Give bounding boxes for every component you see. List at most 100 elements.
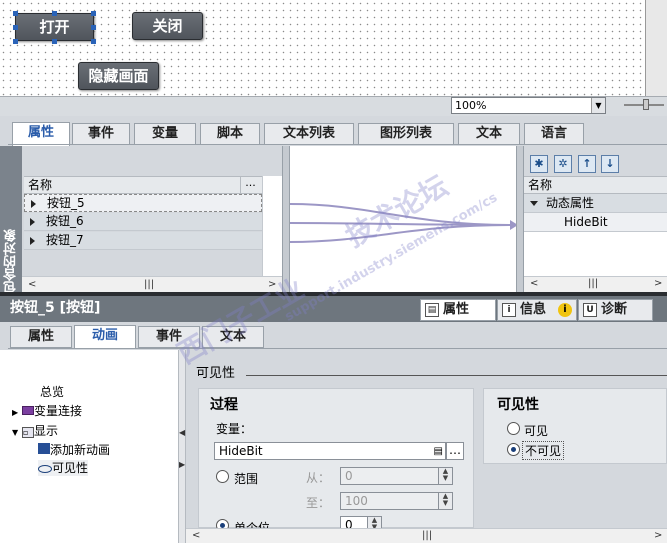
range-radio[interactable] — [216, 470, 229, 483]
tab-languages[interactable]: 语言 — [524, 123, 584, 145]
tab-tags[interactable]: 变量 — [134, 123, 196, 145]
expand-arrow-icon[interactable]: ▶ — [12, 408, 18, 417]
dynamic-properties-group[interactable]: 动态属性 — [524, 194, 667, 213]
scroll-right-icon[interactable]: > — [654, 278, 662, 289]
selection-handle[interactable] — [13, 11, 18, 16]
tab-texts[interactable]: 文本 — [458, 123, 520, 145]
from-spinner[interactable]: ▲ ▼ — [438, 468, 452, 484]
group-label: 动态属性 — [546, 196, 595, 210]
selection-handle[interactable] — [13, 39, 18, 44]
content-hscroll[interactable]: < ||| > — [186, 528, 667, 543]
hide-screen-button[interactable]: 隐藏画面 — [78, 62, 159, 90]
diagnostics-icon: U — [583, 303, 597, 317]
selection-handle[interactable] — [91, 39, 96, 44]
visible-radio[interactable] — [507, 422, 520, 435]
left-list-hscroll[interactable]: < ||| > — [22, 276, 282, 292]
info-badge-icon: i — [558, 303, 572, 317]
selection-handle[interactable] — [52, 39, 57, 44]
tab-label: 信息 — [520, 302, 547, 317]
scroll-grip-icon[interactable]: ||| — [588, 278, 598, 289]
tab-text-lists[interactable]: 文本列表 — [264, 123, 354, 145]
object-name: 按钮_6 — [46, 214, 84, 228]
collapse-all-icon[interactable]: ✲ — [554, 155, 572, 173]
panel-padding — [22, 146, 282, 176]
zoom-slider-thumb[interactable] — [643, 99, 649, 110]
to-spinner[interactable]: ▲ ▼ — [438, 493, 452, 509]
inspector-tab-info[interactable]: i 信息 i — [497, 299, 577, 321]
close-button[interactable]: 关闭 — [132, 12, 203, 40]
variable-label: 变量： — [216, 422, 253, 436]
tab-properties[interactable]: 属性 — [12, 122, 70, 146]
tree-visibility[interactable]: 可见性 — [38, 460, 89, 476]
selection-handle[interactable] — [52, 11, 57, 16]
inspector-tab-diagnostics[interactable]: U 诊断 — [578, 299, 653, 321]
tree-add-animation[interactable]: 添加新动画 — [38, 442, 110, 458]
selection-handle[interactable] — [91, 11, 96, 16]
scroll-grip-icon[interactable]: ||| — [144, 278, 154, 292]
chevron-down-icon[interactable]: ▼ — [591, 98, 605, 113]
right-list-hscroll[interactable]: < ||| > — [524, 276, 667, 292]
from-value: 0 — [345, 469, 353, 483]
scroll-left-icon[interactable]: < — [530, 278, 538, 289]
invisible-label: 不可见 — [522, 441, 565, 460]
contained-objects-sidebar[interactable]: 包含的对象 — [0, 146, 22, 294]
tab-divider — [8, 348, 667, 349]
tree-label: 可见性 — [52, 461, 89, 475]
zoom-select[interactable]: 100% ▼ — [451, 97, 606, 114]
expand-arrow-icon[interactable] — [30, 237, 35, 245]
collapse-left-icon[interactable]: ◀ — [179, 428, 185, 437]
visible-label: 可见 — [524, 424, 549, 438]
expand-all-icon[interactable]: ✱ — [530, 155, 548, 173]
tab-graphic-lists[interactable]: 图形列表 — [358, 123, 454, 145]
scroll-left-icon[interactable]: < — [28, 278, 36, 292]
left-list-vscroll[interactable] — [262, 176, 282, 276]
tab-label: 诊断 — [601, 302, 628, 317]
scroll-right-icon[interactable]: > — [654, 530, 662, 541]
tree-overview[interactable]: 总览 — [40, 384, 64, 400]
section-rule — [246, 375, 667, 376]
to-input[interactable]: 100 ▲ ▼ — [340, 492, 453, 510]
move-up-icon[interactable]: ↑ — [578, 155, 596, 173]
tab-events[interactable]: 事件 — [72, 123, 130, 145]
tree-splitter[interactable]: ◀ ▶ — [178, 350, 186, 543]
to-label: 至： — [306, 496, 331, 510]
hidebit-property[interactable]: HideBit — [524, 213, 667, 232]
selection-handle[interactable] — [13, 25, 18, 30]
variable-input[interactable]: HideBit ▤ — [214, 442, 446, 460]
tree-tag-connection[interactable]: ▶ 变量连接 — [12, 403, 82, 421]
tab-scripts[interactable]: 脚本 — [200, 123, 260, 145]
list-item[interactable]: 按钮_7 — [24, 232, 262, 250]
expand-right-icon[interactable]: ▶ — [179, 460, 185, 469]
from-label: 从： — [306, 471, 331, 485]
subtab-properties[interactable]: 属性 — [10, 326, 72, 348]
zoom-value: 100% — [455, 99, 487, 112]
expand-arrow-icon[interactable] — [30, 218, 35, 226]
right-splitter[interactable] — [516, 146, 524, 294]
inspector-tab-properties[interactable]: ▤ 属性 — [420, 299, 496, 321]
list-item[interactable]: 按钮_5 — [24, 194, 262, 212]
tab-label: 属性 — [443, 302, 470, 317]
collapse-arrow-icon[interactable]: ▼ — [12, 428, 18, 437]
browse-variable-button[interactable]: … — [446, 442, 464, 460]
visibility-heading: 可见性 — [497, 397, 539, 413]
scroll-left-icon[interactable]: < — [192, 530, 200, 541]
subtab-animations[interactable]: 动画 — [74, 325, 136, 349]
open-button[interactable]: 打开 — [15, 13, 94, 41]
invisible-radio[interactable] — [507, 443, 520, 456]
expand-arrow-icon[interactable] — [31, 200, 36, 208]
move-down-icon[interactable]: ↓ — [601, 155, 619, 173]
vertical-scrollbar[interactable] — [645, 0, 667, 96]
range-label: 范围 — [234, 472, 259, 486]
list-item[interactable]: 按钮_6 — [24, 213, 262, 231]
tree-display[interactable]: ▼ ▫ 显示 — [12, 423, 58, 441]
collapse-arrow-icon[interactable] — [530, 201, 538, 206]
to-value: 100 — [345, 494, 368, 508]
process-heading: 过程 — [210, 397, 238, 413]
selection-handle[interactable] — [91, 25, 96, 30]
list-icon[interactable]: ▤ — [434, 444, 443, 460]
scroll-grip-icon[interactable]: ||| — [422, 530, 432, 541]
column-options-button[interactable]: ... — [240, 176, 260, 194]
from-input[interactable]: 0 ▲ ▼ — [340, 467, 453, 485]
target-name-header[interactable]: 名称 — [524, 176, 667, 194]
tag-connection-icon — [21, 406, 34, 415]
